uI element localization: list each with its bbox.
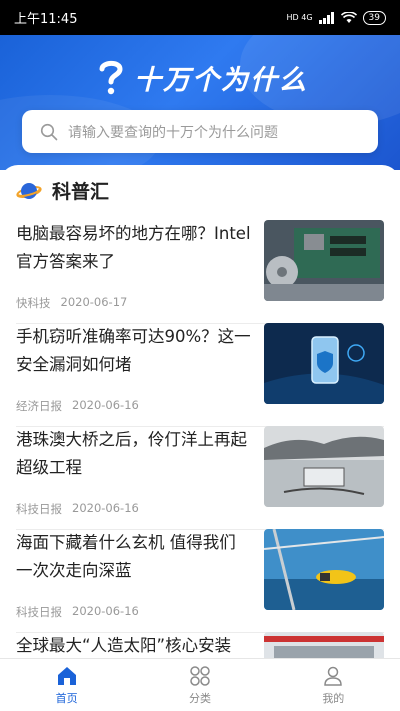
status-bar: 上午11:45 HD 4G 39: [0, 0, 400, 35]
question-logo-icon: [96, 58, 126, 96]
article-title: 全球最大“人造太阳”核心安装: [16, 636, 232, 655]
article-title: 手机窃听准确率可达90%？这一安全漏洞如何堵: [16, 327, 251, 374]
article-title: 港珠澳大桥之后，伶仃洋上再起超级工程: [16, 430, 247, 477]
article-date: 2020-06-16: [72, 398, 139, 412]
app-title: 十万个为什么: [96, 55, 308, 99]
user-icon: [324, 666, 343, 686]
grid-icon: [190, 665, 210, 686]
bottom-tab-bar: 首页 分类 我的: [0, 658, 400, 711]
article-item[interactable]: 全球最大“人造太阳”核心安装: [16, 632, 384, 659]
status-time: 上午11:45: [14, 12, 78, 27]
page-title: 十万个为什么: [134, 64, 308, 96]
signal-icon: [318, 11, 334, 24]
battery-indicator: 39: [362, 10, 386, 25]
tab-label: 我的: [322, 691, 345, 705]
article-item[interactable]: 海面下藏着什么玄机 值得我们一次次走向深蓝 科技日报 2020-06-16: [16, 529, 384, 633]
tab-mine[interactable]: 我的: [267, 659, 400, 711]
search-bar[interactable]: 请输入要查询的十万个为什么问题: [22, 110, 378, 153]
article-source: 快科技: [16, 296, 51, 310]
article-date: 2020-06-17: [60, 295, 128, 309]
article-thumbnail: [264, 632, 384, 659]
article-title: 电脑最容易坏的地方在哪？Intel官方答案来了: [16, 224, 251, 271]
article-thumbnail: [264, 529, 384, 610]
network-indicator: HD 4G: [286, 13, 313, 22]
planet-icon: [16, 182, 42, 199]
tab-category[interactable]: 分类: [133, 659, 266, 711]
article-date: 2020-06-16: [72, 501, 139, 515]
section-title: 科普汇: [52, 181, 110, 203]
article-item[interactable]: 港珠澳大桥之后，伶仃洋上再起超级工程 科技日报 2020-06-16: [16, 426, 384, 530]
article-thumbnail: [264, 426, 384, 507]
article-thumbnail: [264, 323, 384, 404]
article-source: 科技日报: [16, 502, 62, 516]
tab-label: 分类: [188, 691, 211, 705]
search-input[interactable]: 请输入要查询的十万个为什么问题: [68, 122, 278, 142]
article-title: 海面下藏着什么玄机 值得我们一次次走向深蓝: [16, 533, 236, 580]
article-item[interactable]: 电脑最容易坏的地方在哪？Intel官方答案来了 快科技 2020-06-17: [16, 220, 384, 324]
content-area: 科普汇 电脑最容易坏的地方在哪？Intel官方答案来了 快科技 2020-06-…: [0, 165, 400, 659]
tab-home[interactable]: 首页: [0, 659, 133, 711]
wifi-icon: [340, 11, 357, 23]
article-thumbnail: [264, 220, 384, 301]
article-item[interactable]: 手机窃听准确率可达90%？这一安全漏洞如何堵 经济日报 2020-06-16: [16, 323, 384, 427]
article-date: 2020-06-16: [72, 604, 139, 618]
tab-label: 首页: [55, 691, 78, 705]
section-header: 科普汇: [16, 177, 109, 204]
article-source: 科技日报: [16, 605, 62, 619]
search-icon: [40, 123, 58, 140]
article-source: 经济日报: [16, 399, 62, 413]
home-icon: [57, 666, 76, 685]
